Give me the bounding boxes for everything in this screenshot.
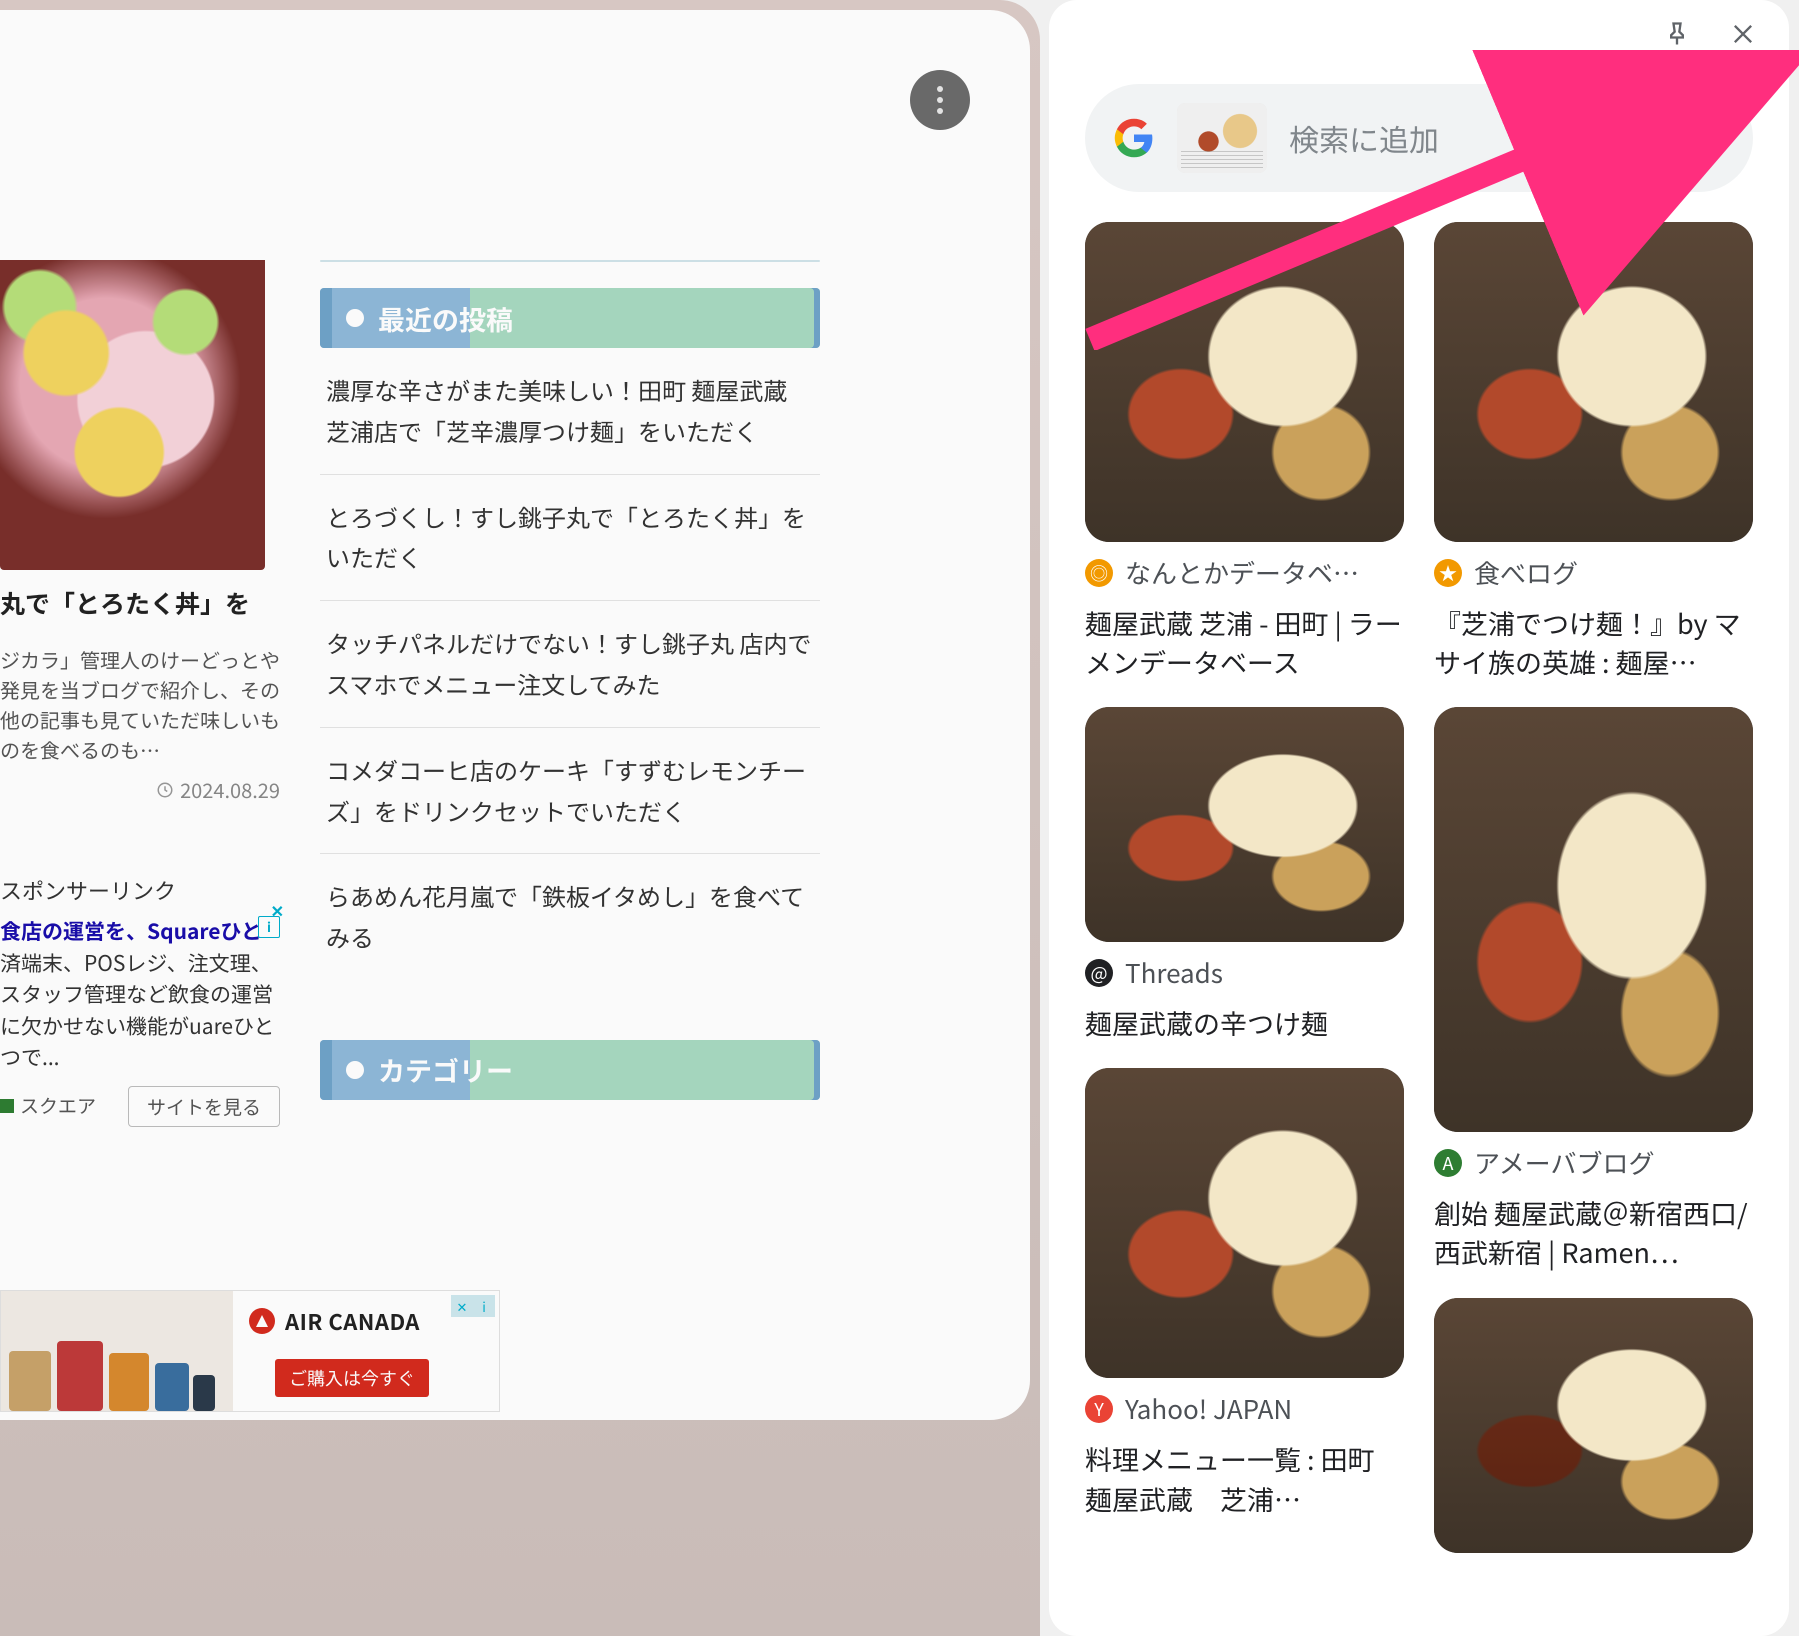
result-thumbnail <box>1434 1298 1753 1553</box>
ad-cta-button[interactable]: サイトを見る <box>128 1086 280 1127</box>
lens-result-card[interactable]: @ Threads 麺屋武蔵の辛つけ麺 <box>1085 707 1404 1042</box>
recent-post-item[interactable]: とろづくし！すし銚子丸で「とろたく丼」をいただく <box>320 475 820 602</box>
close-icon[interactable] <box>1729 20 1757 53</box>
ad-favicon <box>0 1099 14 1113</box>
ad-close-icon[interactable]: ✕ <box>451 1295 473 1317</box>
recent-posts-widget: 最近の投稿 濃厚な辛さがまた美味しい！田町 麺屋武蔵 芝浦店で「芝辛濃厚つけ麺」… <box>320 260 820 980</box>
bullet-icon <box>346 309 364 327</box>
lens-panel-toolbar <box>1069 14 1769 58</box>
lens-search-placeholder: 検索に追加 <box>1289 116 1439 160</box>
lens-result-card[interactable]: ◎ なんとかデータベ… 麺屋武蔵 芝浦 - 田町 | ラーメンデータベース <box>1085 222 1404 681</box>
lens-search-pill[interactable]: 検索に追加 <box>1085 84 1753 192</box>
result-source: ★ 食べログ <box>1434 554 1753 591</box>
result-source: Y Yahoo! JAPAN <box>1085 1390 1404 1427</box>
article-card[interactable]: 丸で「とろたく丼」を ジカラ」管理人のけーどっとや発見を当ブログで紹介し、その他… <box>0 260 280 1127</box>
recent-post-item[interactable]: コメダコーヒ店のケーキ「すずむレモンチーズ」をドリンクセットでいただく <box>320 728 820 855</box>
overflow-menu-button[interactable] <box>910 70 970 130</box>
air-canada-logo-icon <box>249 1308 275 1334</box>
lens-result-card[interactable]: ★ 食べログ 『芝浦でつけ麺！』by マサイ族の英雄 : 麺屋… <box>1434 222 1753 681</box>
recent-post-item[interactable]: 濃厚な辛さがまた美味しい！田町 麺屋武蔵 芝浦店で「芝辛濃厚つけ麺」をいただく <box>320 348 820 475</box>
lens-results-grid: ◎ なんとかデータベ… 麺屋武蔵 芝浦 - 田町 | ラーメンデータベース @ … <box>1069 222 1769 1553</box>
favicon-icon: ★ <box>1434 559 1462 587</box>
result-thumbnail <box>1085 707 1404 942</box>
lens-query-thumbnail <box>1177 103 1267 173</box>
lens-side-panel: 検索に追加 ◎ なんとかデータベ… 麺屋武蔵 芝浦 - 田町 | ラーメンデータ… <box>1049 0 1789 1636</box>
result-source: @ Threads <box>1085 954 1404 991</box>
clock-icon <box>156 781 174 799</box>
widget-title-category: カテゴリー <box>320 1040 820 1100</box>
ad-body: 済端末、POSレジ、注文理、スタッフ管理など飲食の運営に欠かせない機能がuare… <box>0 948 280 1074</box>
ad-info-icon[interactable]: i <box>258 916 280 938</box>
favicon-icon: A <box>1434 1149 1462 1177</box>
ad-headline: 食店の運営を、Squareひと ✕ i <box>0 916 280 948</box>
ad-info-icon[interactable]: i <box>473 1295 495 1317</box>
category-widget: カテゴリー <box>320 1040 820 1100</box>
result-thumbnail <box>1434 222 1753 542</box>
lens-result-card[interactable]: A アメーバブログ 創始 麺屋武蔵＠新宿西口/西武新宿 | Ramen… <box>1434 707 1753 1271</box>
google-logo-icon <box>1113 117 1155 159</box>
recent-post-item[interactable]: らあめん花月嵐で「鉄板イタめし」を食べてみる <box>320 854 820 980</box>
result-title: 麺屋武蔵 芝浦 - 田町 | ラーメンデータベース <box>1085 603 1404 681</box>
banner-ad[interactable]: ✕ i AIR CANADA ご購入は今すぐ <box>0 1290 500 1412</box>
banner-ad-brand: AIR CANADA <box>249 1305 483 1337</box>
favicon-icon: Y <box>1085 1395 1113 1423</box>
result-title: 『芝浦でつけ麺！』by マサイ族の英雄 : 麺屋… <box>1434 603 1753 681</box>
result-title: 料理メニュー一覧 : 田町 麺屋武蔵 芝浦… <box>1085 1439 1404 1517</box>
result-title: 創始 麺屋武蔵＠新宿西口/西武新宿 | Ramen… <box>1434 1193 1753 1271</box>
bullet-icon <box>346 1061 364 1079</box>
lens-result-card[interactable]: Y Yahoo! JAPAN 料理メニュー一覧 : 田町 麺屋武蔵 芝浦… <box>1085 1068 1404 1517</box>
sidebar-text-ad[interactable]: 食店の運営を、Squareひと ✕ i 済端末、POSレジ、注文理、スタッフ管理… <box>0 916 280 1127</box>
result-source: A アメーバブログ <box>1434 1144 1753 1181</box>
recent-post-item[interactable]: タッチパネルだけでない！すし銚子丸 店内でスマホでメニュー注文してみた <box>320 601 820 728</box>
favicon-icon: ◎ <box>1085 559 1113 587</box>
page-background: 丸で「とろたく丼」を ジカラ」管理人のけーどっとや発見を当ブログで紹介し、その他… <box>0 0 1040 1636</box>
favicon-icon: @ <box>1085 959 1113 987</box>
ad-source: スクエア <box>0 1092 96 1121</box>
result-title: 麺屋武蔵の辛つけ麺 <box>1085 1003 1404 1042</box>
article-thumbnail <box>0 260 265 570</box>
pin-icon[interactable] <box>1663 20 1691 53</box>
article-date: 2024.08.29 <box>156 775 280 804</box>
recent-posts-list: 濃厚な辛さがまた美味しい！田町 麺屋武蔵 芝浦店で「芝辛濃厚つけ麺」をいただく … <box>320 348 820 980</box>
result-thumbnail <box>1085 1068 1404 1378</box>
lens-result-card[interactable] <box>1434 1298 1753 1553</box>
article-title: 丸で「とろたく丼」を <box>0 586 280 621</box>
widget-divider <box>320 260 820 262</box>
result-thumbnail <box>1085 222 1404 542</box>
widget-title-recent: 最近の投稿 <box>320 288 820 348</box>
result-thumbnail <box>1434 707 1753 1132</box>
blog-sidebar: 最近の投稿 濃厚な辛さがまた美味しい！田町 麺屋武蔵 芝浦店で「芝辛濃厚つけ麺」… <box>320 260 820 1160</box>
blog-content-area: 丸で「とろたく丼」を ジカラ」管理人のけーどっとや発見を当ブログで紹介し、その他… <box>0 10 1030 1420</box>
result-source: ◎ なんとかデータベ… <box>1085 554 1404 591</box>
banner-ad-cta[interactable]: ご購入は今すぐ <box>275 1359 429 1397</box>
banner-ad-image <box>1 1291 233 1411</box>
sponsor-heading: スポンサーリンク <box>0 874 280 906</box>
article-excerpt: ジカラ」管理人のけーどっとや発見を当ブログで紹介し、その他の記事も見ていただ味し… <box>0 645 280 765</box>
